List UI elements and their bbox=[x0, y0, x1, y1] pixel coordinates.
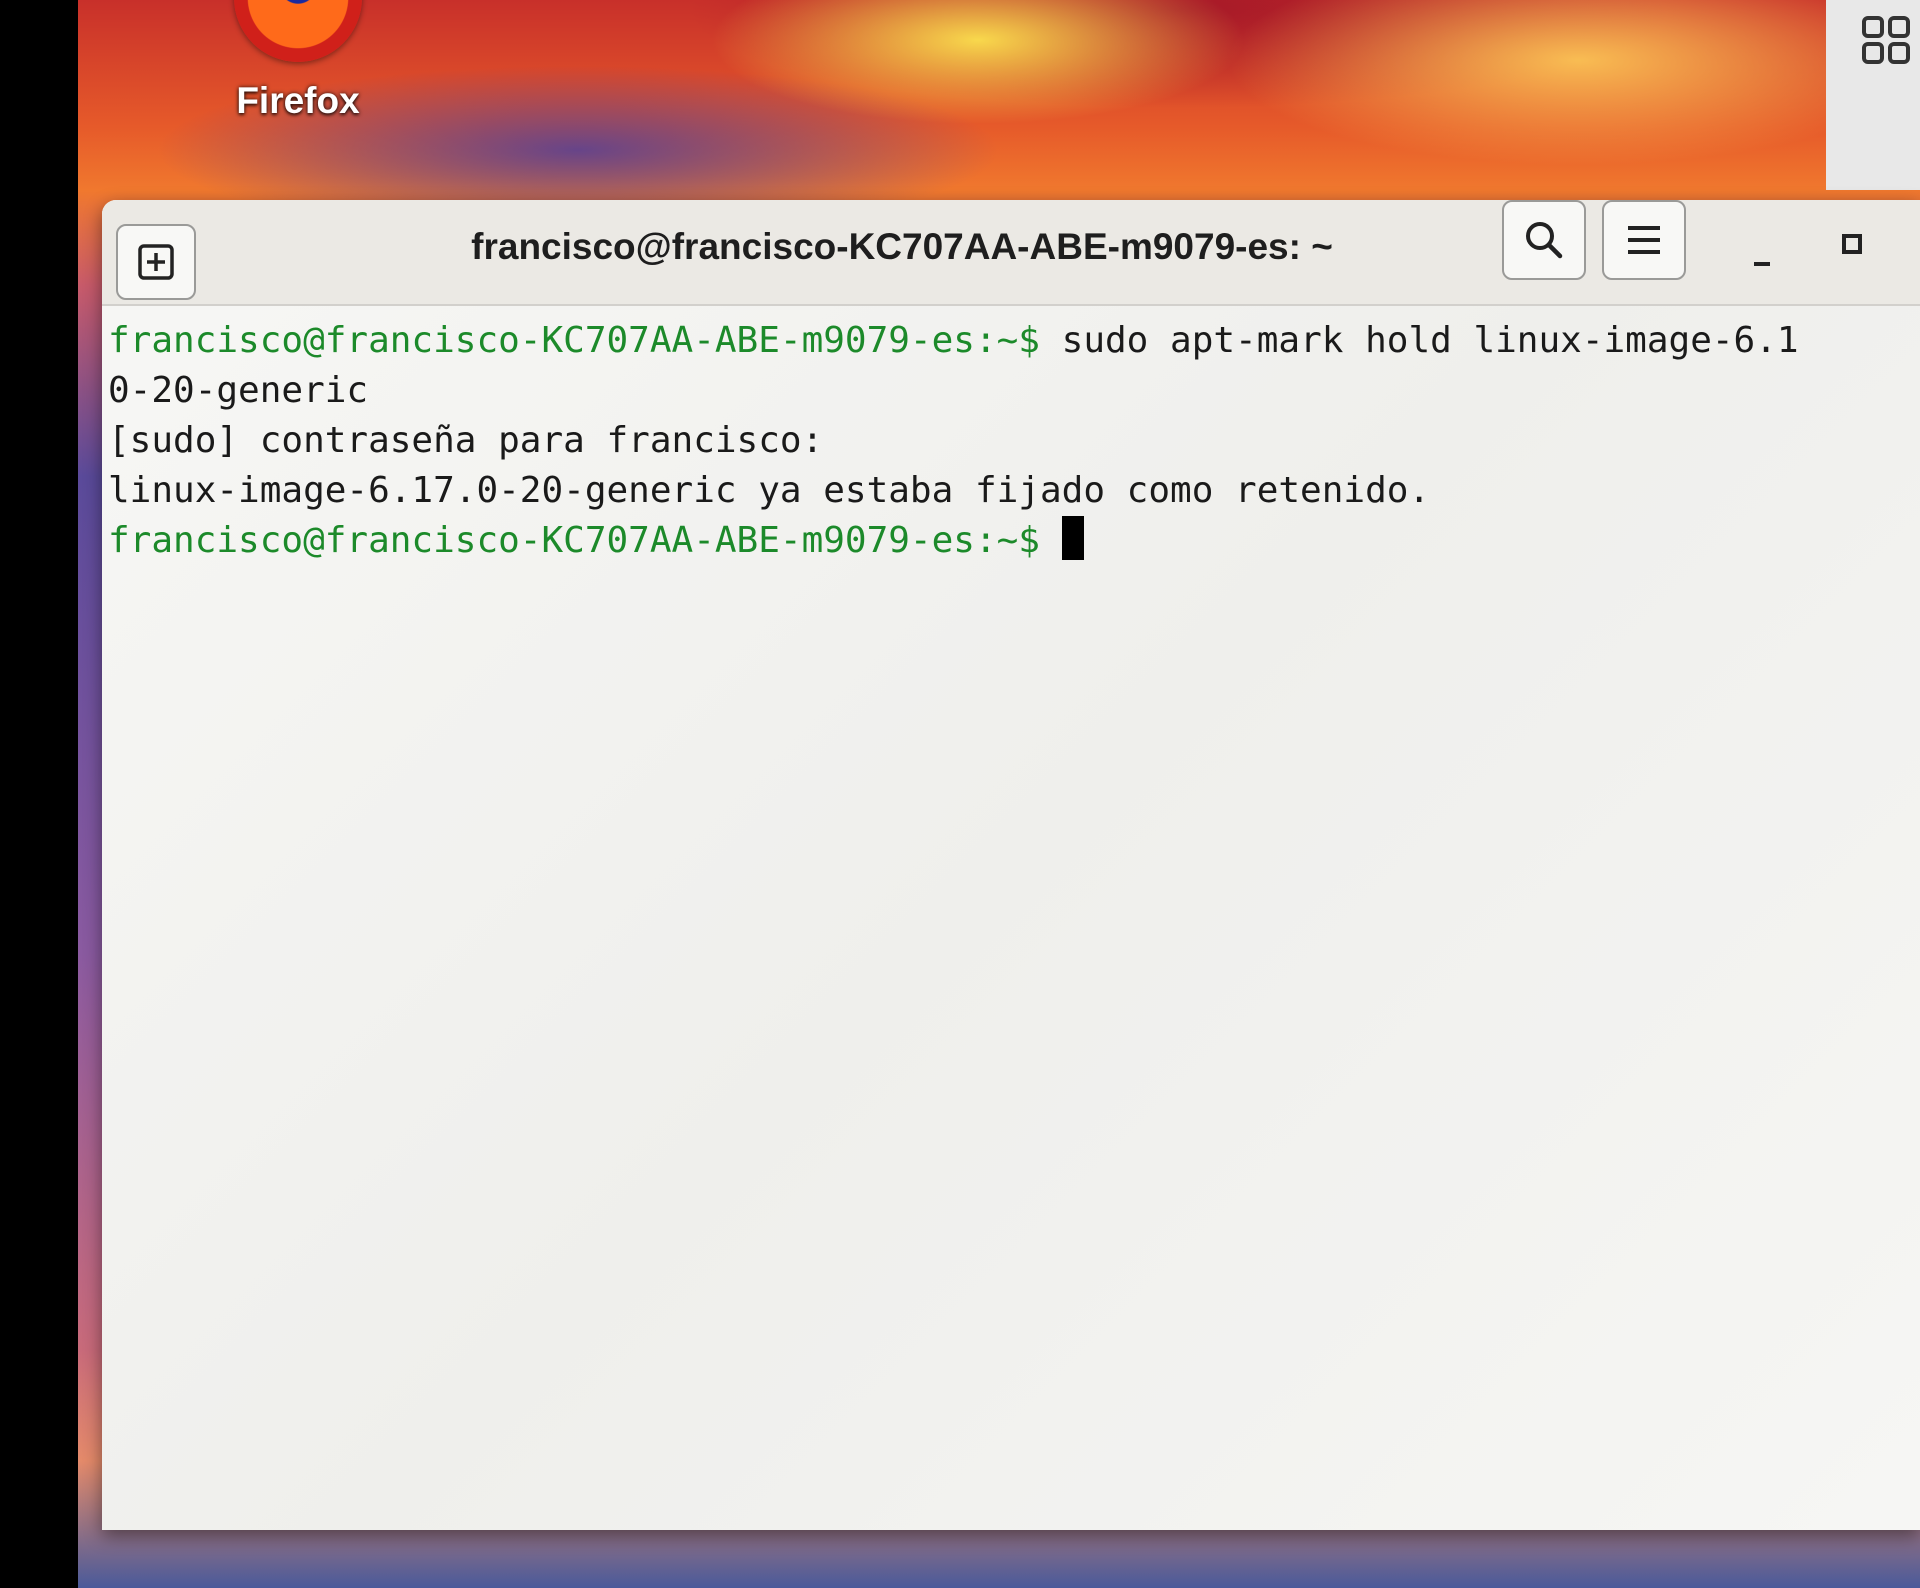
search-button[interactable] bbox=[1502, 200, 1586, 280]
text-cursor bbox=[1061, 516, 1084, 560]
menu-button[interactable] bbox=[1602, 200, 1686, 280]
terminal-line: francisco@francisco-KC707AA-ABE-m9079-es… bbox=[108, 316, 1908, 366]
firefox-launcher[interactable]: Firefox bbox=[198, 0, 398, 140]
search-icon bbox=[1526, 222, 1563, 259]
minimize-icon bbox=[1754, 262, 1770, 266]
minimize-button[interactable] bbox=[1732, 220, 1792, 280]
terminal-line: francisco@francisco-KC707AA-ABE-m9079-es… bbox=[108, 516, 1908, 566]
command-text: sudo apt-mark hold linux-image-6.1 bbox=[1039, 320, 1799, 361]
firefox-label: Firefox bbox=[236, 80, 360, 121]
shell-prompt: francisco@francisco-KC707AA-ABE-m9079-es… bbox=[108, 320, 1040, 361]
maximize-button[interactable] bbox=[1822, 218, 1882, 278]
apps-grid-icon[interactable] bbox=[1862, 16, 1912, 66]
firefox-icon[interactable] bbox=[234, 0, 362, 62]
command-text bbox=[1040, 520, 1062, 561]
terminal-headerbar: francisco@francisco-KC707AA-ABE-m9079-es… bbox=[102, 200, 1920, 306]
hamburger-menu-icon bbox=[1628, 226, 1660, 254]
window-title: francisco@francisco-KC707AA-ABE-m9079-es… bbox=[471, 226, 1333, 267]
new-tab-button[interactable] bbox=[116, 224, 196, 300]
terminal-output[interactable]: francisco@francisco-KC707AA-ABE-m9079-es… bbox=[108, 316, 1908, 1516]
side-panel bbox=[1826, 0, 1920, 190]
maximize-icon bbox=[1842, 234, 1862, 254]
terminal-window: francisco@francisco-KC707AA-ABE-m9079-es… bbox=[102, 200, 1920, 1530]
terminal-line: 0-20-generic bbox=[108, 366, 1908, 416]
shell-prompt: francisco@francisco-KC707AA-ABE-m9079-es… bbox=[108, 520, 1040, 561]
output-text: linux-image-6.17.0-20-generic ya estaba … bbox=[108, 470, 1431, 511]
command-text: 0-20-generic bbox=[108, 370, 369, 411]
output-text: [sudo] contraseña para francisco: bbox=[108, 420, 824, 461]
terminal-line: [sudo] contraseña para francisco: bbox=[108, 416, 1908, 466]
new-tab-icon bbox=[138, 244, 174, 280]
terminal-line: linux-image-6.17.0-20-generic ya estaba … bbox=[108, 466, 1908, 516]
